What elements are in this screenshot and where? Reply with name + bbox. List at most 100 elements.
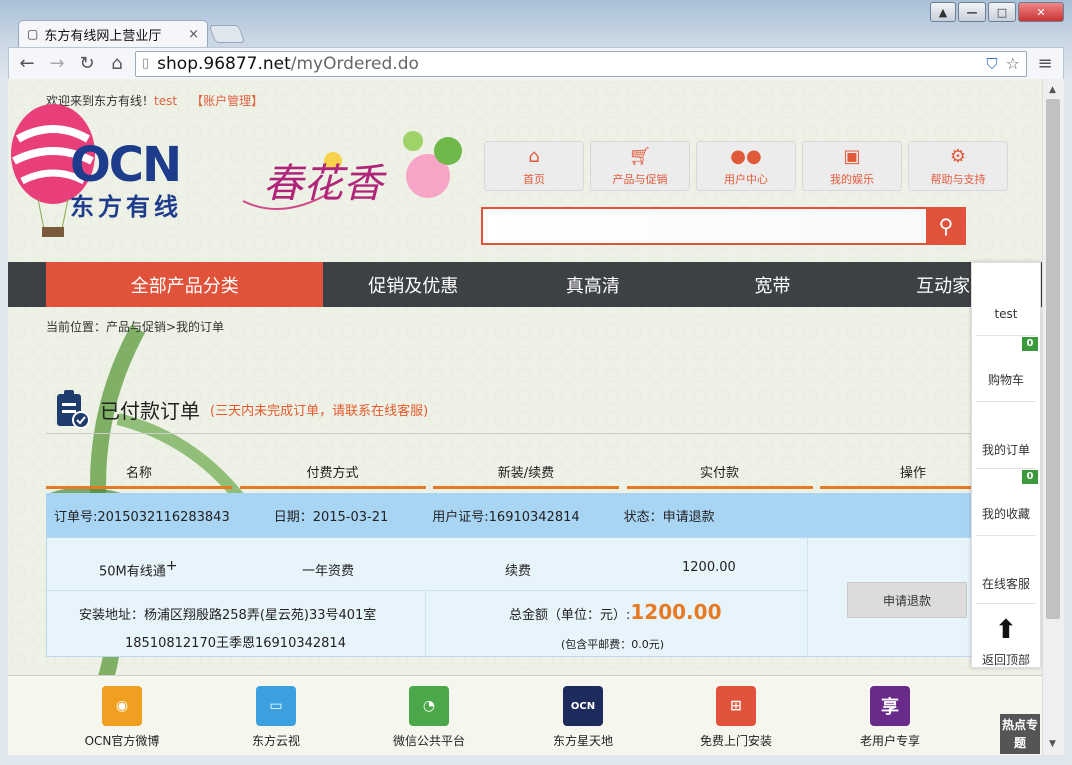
scroll-up-icon[interactable]: ▲ — [1049, 85, 1056, 95]
back-icon[interactable]: ← — [15, 52, 39, 76]
nav-hd[interactable]: 真高清 — [503, 262, 683, 307]
top-nav-label: 帮助与支持 — [930, 172, 986, 186]
install-address: 安装地址：杨浦区翔殷路258弄(星云苑)33号401室 — [79, 608, 377, 623]
sidebar-favorites[interactable]: 我的收藏 — [972, 505, 1040, 522]
order-info-bar: 订单号:2015032116283843 日期：2015-03-21 用户证号:… — [46, 493, 1006, 537]
divider — [46, 433, 1006, 434]
order-section-header: 已付款订单 (三天内未完成订单，请联系在线客服) — [54, 389, 428, 429]
plus-icon[interactable]: + — [166, 558, 178, 574]
home-icon[interactable]: ⌂ — [105, 52, 129, 76]
footer-star-world[interactable]: OCN 东方星天地 — [523, 686, 643, 749]
sidebar-cart[interactable]: 购物车 — [972, 371, 1040, 388]
film-icon: ▣ — [843, 145, 861, 167]
order-columns: 名称 付费方式 新装/续费 实付款 操作 — [46, 462, 1006, 489]
top-nav-label: 首页 — [523, 172, 545, 186]
nav-promotions[interactable]: 促销及优惠 — [323, 262, 503, 307]
cell-divider — [807, 538, 808, 656]
sidebar-orders[interactable]: 我的订单 — [972, 441, 1040, 458]
arrow-up-icon[interactable]: ⬆ — [972, 615, 1040, 645]
logo-text: OCN — [70, 137, 182, 193]
weibo-icon: ◉ — [102, 686, 142, 726]
web-page: 欢迎来到东方有线！test 【账户管理】 OCN 东方有线 春花香 ⌂ 首页 🛒︎ 产… — [8, 79, 1042, 755]
sidebar-online-service[interactable]: 在线客服 — [972, 575, 1040, 592]
top-nav-entertainment[interactable]: ▣ 我的娱乐 — [802, 141, 902, 191]
sidebar-user[interactable]: test — [972, 307, 1040, 321]
footer-vip[interactable]: 享老用户专享 — [830, 686, 950, 749]
order-section-note: (三天内未完成订单，请联系在线客服) — [210, 403, 429, 419]
star-icon[interactable]: ☆ — [1006, 54, 1020, 73]
tv-icon: ▭ — [256, 686, 296, 726]
clipboard-icon — [57, 390, 90, 429]
order-type: 续费 — [505, 564, 532, 579]
footer-links: ◉ OCN官方微博 ▭ 东方云视 ◔ 微信公共平台 OCN 东方星天地 ⊞ 免费上门安装 … — [8, 675, 1042, 755]
hot-topics-button[interactable]: 热点专题 — [1000, 714, 1040, 754]
postage-note: (包含平邮费：0.0元) — [561, 638, 665, 651]
top-nav-label: 用户中心 — [724, 172, 768, 186]
user-icon[interactable]: ▲ — [930, 2, 956, 22]
refund-button[interactable]: 申请退款 — [847, 582, 967, 618]
price: 1200.00 — [682, 560, 736, 575]
url-path: /myOrdered.do — [290, 53, 419, 74]
footer-wechat[interactable]: ◔ 微信公共平台 — [369, 686, 489, 749]
gear-icon: ⚙ — [949, 145, 967, 167]
shield-icon[interactable]: ⛉ — [986, 55, 997, 73]
browser-toolbar: ← → ↻ ⌂ ▯ shop.96877.net/myOrdered.do ⛉ … — [8, 47, 1064, 79]
username-link[interactable]: test — [154, 94, 177, 108]
vip-icon: 享 — [870, 686, 910, 726]
top-nav-label: 产品与促销 — [612, 172, 668, 186]
footer-weibo[interactable]: ◉ OCN官方微博 — [62, 686, 182, 749]
nav-broadband[interactable]: 宽带 — [683, 262, 863, 307]
contact-info: 18510812170王季恩16910342814 — [125, 636, 346, 651]
top-nav: ⌂ 首页 🛒︎ 产品与促销 ●● 用户中心 ▣ 我的娱乐 ⚙ 帮助与支持 — [484, 141, 1008, 191]
top-nav-help[interactable]: ⚙ 帮助与支持 — [908, 141, 1008, 191]
column-header: 付费方式 — [239, 462, 426, 489]
ocn-logo[interactable]: OCN 东方有线 — [70, 141, 182, 222]
footer-cloud-tv[interactable]: ▭ 东方云视 — [216, 686, 336, 749]
new-tab-button[interactable] — [208, 25, 246, 43]
maximize-button[interactable]: □ — [988, 2, 1016, 22]
sidebar-divider — [976, 468, 1036, 469]
top-nav-label: 我的娱乐 — [830, 172, 874, 186]
breadcrumb: 当前位置：产品与促销>我的订单 — [46, 320, 225, 334]
order-section-title: 已付款订单 — [100, 398, 200, 423]
reload-icon[interactable]: ↻ — [75, 52, 99, 76]
tab-title: 东方有线网上营业厅 — [44, 28, 162, 44]
nav-all-categories[interactable]: 全部产品分类 — [46, 262, 324, 307]
cell-divider — [425, 590, 426, 656]
close-tab-icon[interactable]: × — [188, 27, 199, 42]
footer-install[interactable]: ⊞ 免费上门安装 — [676, 686, 796, 749]
row-divider — [47, 590, 807, 591]
search-button[interactable]: ⚲ — [926, 207, 966, 245]
top-nav-products[interactable]: 🛒︎ 产品与促销 — [590, 141, 690, 191]
address-bar[interactable]: ▯ shop.96877.net/myOrdered.do ⛉ ☆ — [135, 50, 1027, 77]
top-nav-user-center[interactable]: ●● 用户中心 — [696, 141, 796, 191]
menu-icon[interactable]: ≡ — [1033, 52, 1057, 76]
payment-method: 一年资费 — [302, 564, 355, 579]
floating-sidebar: test 0 购物车 我的订单 0 我的收藏 在线客服 ⬆ 返回顶部 — [971, 262, 1041, 668]
browser-tab[interactable]: ▢ 东方有线网上营业厅 × — [18, 20, 208, 47]
page-scrollbar[interactable]: ▲ ▼ — [1042, 79, 1064, 755]
cart-icon: 🛒︎ — [628, 145, 652, 167]
sidebar-back-to-top[interactable]: 返回顶部 — [972, 651, 1040, 668]
top-nav-home[interactable]: ⌂ 首页 — [484, 141, 584, 191]
window-controls: ▲ — □ ✕ — [930, 2, 1064, 22]
home-icon: ⌂ — [528, 145, 540, 167]
cart-badge: 0 — [1022, 337, 1038, 351]
forward-icon[interactable]: → — [45, 52, 69, 76]
column-header: 新装/续费 — [433, 462, 619, 489]
order-status: 状态：申请退款 — [623, 509, 715, 525]
minimize-button[interactable]: — — [958, 2, 986, 22]
sidebar-divider — [976, 535, 1036, 536]
scrollbar-thumb[interactable] — [1046, 99, 1060, 619]
banner-text: 春花香 — [263, 161, 383, 207]
close-button[interactable]: ✕ — [1018, 2, 1064, 22]
footer-label: 微信公共平台 — [392, 734, 465, 748]
page-icon: ▯ — [142, 56, 150, 71]
order-user-id: 用户证号:16910342814 — [432, 509, 580, 525]
product-text: 50M有线通 — [99, 564, 166, 580]
scroll-down-icon[interactable]: ▼ — [1049, 739, 1056, 749]
sidebar-divider — [976, 335, 1036, 336]
logo-subtext: 东方有线 — [70, 193, 182, 221]
account-link[interactable]: 【账户管理】 — [191, 94, 263, 108]
search-input[interactable] — [481, 207, 931, 245]
